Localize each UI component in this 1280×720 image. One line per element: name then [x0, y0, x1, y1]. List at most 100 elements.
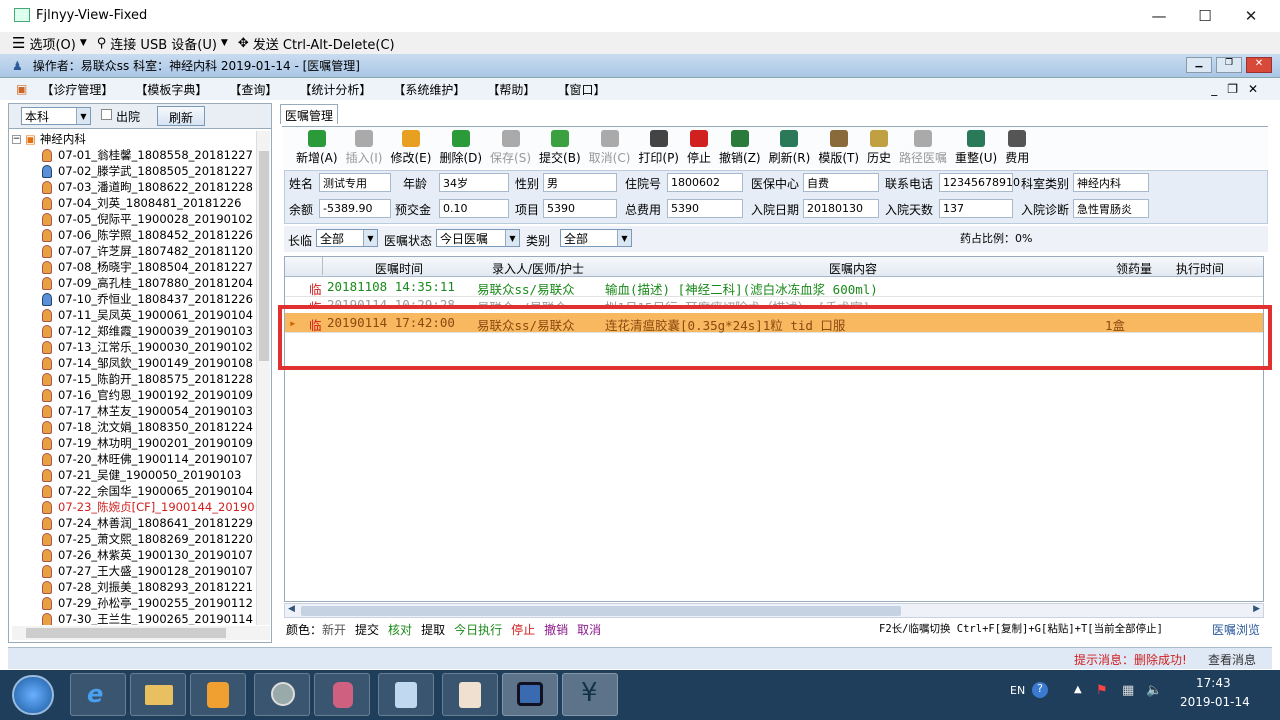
tree-root[interactable]: − ▣ 神经内科 [12, 131, 256, 147]
his-app-icon[interactable]: ¥ [562, 673, 618, 716]
menu-window[interactable]: 【窗口】 [557, 81, 605, 98]
menu-statistics[interactable]: 【统计分析】 [299, 81, 371, 98]
header-exec-time[interactable]: 执行时间 [1165, 260, 1235, 277]
refresh-button[interactable]: 刷新 [157, 106, 205, 126]
patient-node[interactable]: 07-07_许芝屏_1807482_20181120 [12, 243, 256, 259]
chevron-down-icon[interactable]: ▼ [80, 38, 87, 48]
patient-node[interactable]: 07-19_林功明_1900201_20190109 [12, 435, 256, 451]
app-minimize-button[interactable]: ▁ [1186, 57, 1212, 73]
menu-help[interactable]: 【帮助】 [487, 81, 535, 98]
header-qty[interactable]: 领药量 [1105, 260, 1163, 277]
close-button[interactable]: ✕ [1228, 0, 1274, 32]
scope-select[interactable]: 本科 ▼ [21, 107, 91, 125]
nurse-app-icon[interactable] [442, 673, 498, 716]
patient-node[interactable]: 07-24_林善润_1808641_20181229 [12, 515, 256, 531]
patient-node[interactable]: 07-25_萧文熙_1808269_20181220 [12, 531, 256, 547]
category-select[interactable]: 全部 ▼ [560, 229, 632, 247]
reorg-button[interactable]: 重整(U) [955, 129, 997, 166]
doctor-app-icon[interactable] [378, 673, 434, 716]
collapse-icon[interactable]: − [12, 134, 21, 144]
patient-node[interactable]: 07-18_沈文娟_1808350_20181224 [12, 419, 256, 435]
start-button[interactable] [12, 675, 54, 715]
volume-icon[interactable]: 🔈 [1146, 683, 1162, 698]
patient-node[interactable]: 07-16_官约恩_1900192_20190109 [12, 387, 256, 403]
plus-button[interactable]: 新增(A) [296, 129, 338, 166]
media-player-icon[interactable] [190, 673, 246, 716]
menu-clinic[interactable]: 【诊疗管理】 [41, 81, 113, 98]
tray-expand-icon[interactable]: ▲ [1074, 684, 1082, 695]
chevron-down-icon[interactable]: ▼ [221, 38, 228, 48]
chevron-down-icon[interactable]: ▼ [76, 108, 90, 124]
cad-button[interactable]: 发送 Ctrl-Alt-Delete(C) [253, 34, 395, 53]
patient-node[interactable]: 07-08_杨晓宇_1808504_20181227 [12, 259, 256, 275]
patient-node[interactable]: 07-12_郑维霞_1900039_20190103 [12, 323, 256, 339]
discharged-checkbox[interactable] [101, 109, 112, 120]
patient-node[interactable]: 07-28_刘振美_1808293_20181221 [12, 579, 256, 595]
ie-icon[interactable]: e [70, 673, 126, 716]
compass-icon[interactable] [254, 673, 310, 716]
clock-time[interactable]: 17:43 [1196, 676, 1231, 690]
scroll-left-icon[interactable]: ◀ [288, 604, 295, 614]
chevron-down-icon[interactable]: ▼ [363, 230, 377, 246]
patient-node[interactable]: 07-21_吴健_1900050_20190103 [12, 467, 256, 483]
menu-query[interactable]: 【查询】 [229, 81, 277, 98]
tree-vscroll-thumb[interactable] [259, 151, 269, 361]
patient-node[interactable]: 07-23_陈婉贞[CF]_1900144_20190 [12, 499, 256, 515]
patient-node[interactable]: 07-05_倪际平_1900028_20190102 [12, 211, 256, 227]
history-button[interactable]: 历史 [867, 129, 891, 166]
table-row[interactable]: 临 20181108 14:35:11 易联众ss/易联众 输血(描述) [神经二科]… [285, 277, 1263, 297]
grid-hscroll[interactable]: ◀ ▶ [284, 603, 1264, 618]
delete-button[interactable]: 删除(D) [439, 129, 482, 166]
tree-hscroll-thumb[interactable] [26, 628, 226, 638]
template-button[interactable]: 模版(T) [818, 129, 859, 166]
insert-button[interactable]: 插入(I) [346, 129, 382, 166]
stop-button[interactable]: 停止 [687, 129, 711, 166]
long-temp-select[interactable]: 全部 ▼ [316, 229, 378, 247]
help-icon[interactable]: ? [1032, 682, 1048, 698]
scroll-right-icon[interactable]: ▶ [1253, 604, 1260, 614]
patient-node[interactable]: 07-11_吴凤英_1900061_20190104 [12, 307, 256, 323]
header-staff[interactable]: 录入人/医师/护士 [475, 260, 601, 277]
chevron-down-icon[interactable]: ▼ [617, 230, 631, 246]
app-restore-button[interactable]: ❐ [1216, 57, 1242, 73]
folder-icon[interactable] [130, 673, 186, 716]
tab-order-management[interactable]: 医嘱管理 [280, 104, 338, 124]
trash-button[interactable]: 撤销(Z) [719, 129, 761, 166]
patient-node[interactable]: 07-20_林旺佛_1900114_20190107 [12, 451, 256, 467]
network-status-icon[interactable]: ▦ [1122, 683, 1134, 698]
patient-node[interactable]: 07-29_孙松亭_1900255_20190112 [12, 595, 256, 611]
patient-node[interactable]: 07-09_高孔桂_1807880_20181204 [12, 275, 256, 291]
status-select[interactable]: 今日医嘱 ▼ [436, 229, 520, 247]
patient-node[interactable]: 07-10_乔恒业_1808437_20181226 [12, 291, 256, 307]
patient-node[interactable]: 07-06_陈学照_1808452_20181226 [12, 227, 256, 243]
language-indicator[interactable]: EN [1010, 684, 1025, 697]
chevron-down-icon[interactable]: ▼ [505, 230, 519, 246]
patient-node[interactable]: 07-17_林芏友_1900054_20190103 [12, 403, 256, 419]
mdi-controls[interactable]: _❐✕ [1211, 82, 1268, 96]
patient-node[interactable]: 07-14_邹凤欽_1900149_20190108 [12, 355, 256, 371]
patient-node[interactable]: 07-27_王大盛_1900128_20190107 [12, 563, 256, 579]
menu-templates[interactable]: 【模板字典】 [135, 81, 207, 98]
usb-menu[interactable]: 连接 USB 设备(U) [110, 34, 217, 53]
patient-node[interactable]: 07-02_滕学武_1808505_20181227 [12, 163, 256, 179]
tree-vscroll[interactable] [256, 131, 270, 625]
cancel-button[interactable]: 取消(C) [589, 129, 630, 166]
calculator-button[interactable]: 费用 [1005, 129, 1029, 166]
submit-button[interactable]: 提交(B) [539, 129, 581, 166]
header-order-content[interactable]: 医嘱内容 [603, 260, 1103, 277]
minimize-button[interactable]: — [1136, 0, 1182, 32]
patient-node[interactable]: 07-13_江常乐_1900030_20190102 [12, 339, 256, 355]
browse-link[interactable]: 医嘱浏览 [1212, 621, 1260, 638]
refresh-button[interactable]: 刷新(R) [769, 129, 810, 166]
patient-node[interactable]: 07-30_王兰生_1900265_20190114 [12, 611, 256, 625]
patient-node[interactable]: 07-26_林紫英_1900130_20190107 [12, 547, 256, 563]
clock-date[interactable]: 2019-01-14 [1180, 695, 1250, 709]
options-menu[interactable]: 选项(O) [29, 34, 75, 53]
edit-button[interactable]: 修改(E) [390, 129, 431, 166]
menu-maintenance[interactable]: 【系统维护】 [393, 81, 465, 98]
hamburger-icon[interactable]: ☰ [12, 34, 25, 52]
tree-hscroll[interactable] [12, 626, 270, 640]
tray-flag-icon[interactable]: ⚑ [1096, 683, 1108, 698]
path-button[interactable]: 路径医嘱 [899, 129, 947, 166]
maximize-button[interactable]: ☐ [1182, 0, 1228, 32]
